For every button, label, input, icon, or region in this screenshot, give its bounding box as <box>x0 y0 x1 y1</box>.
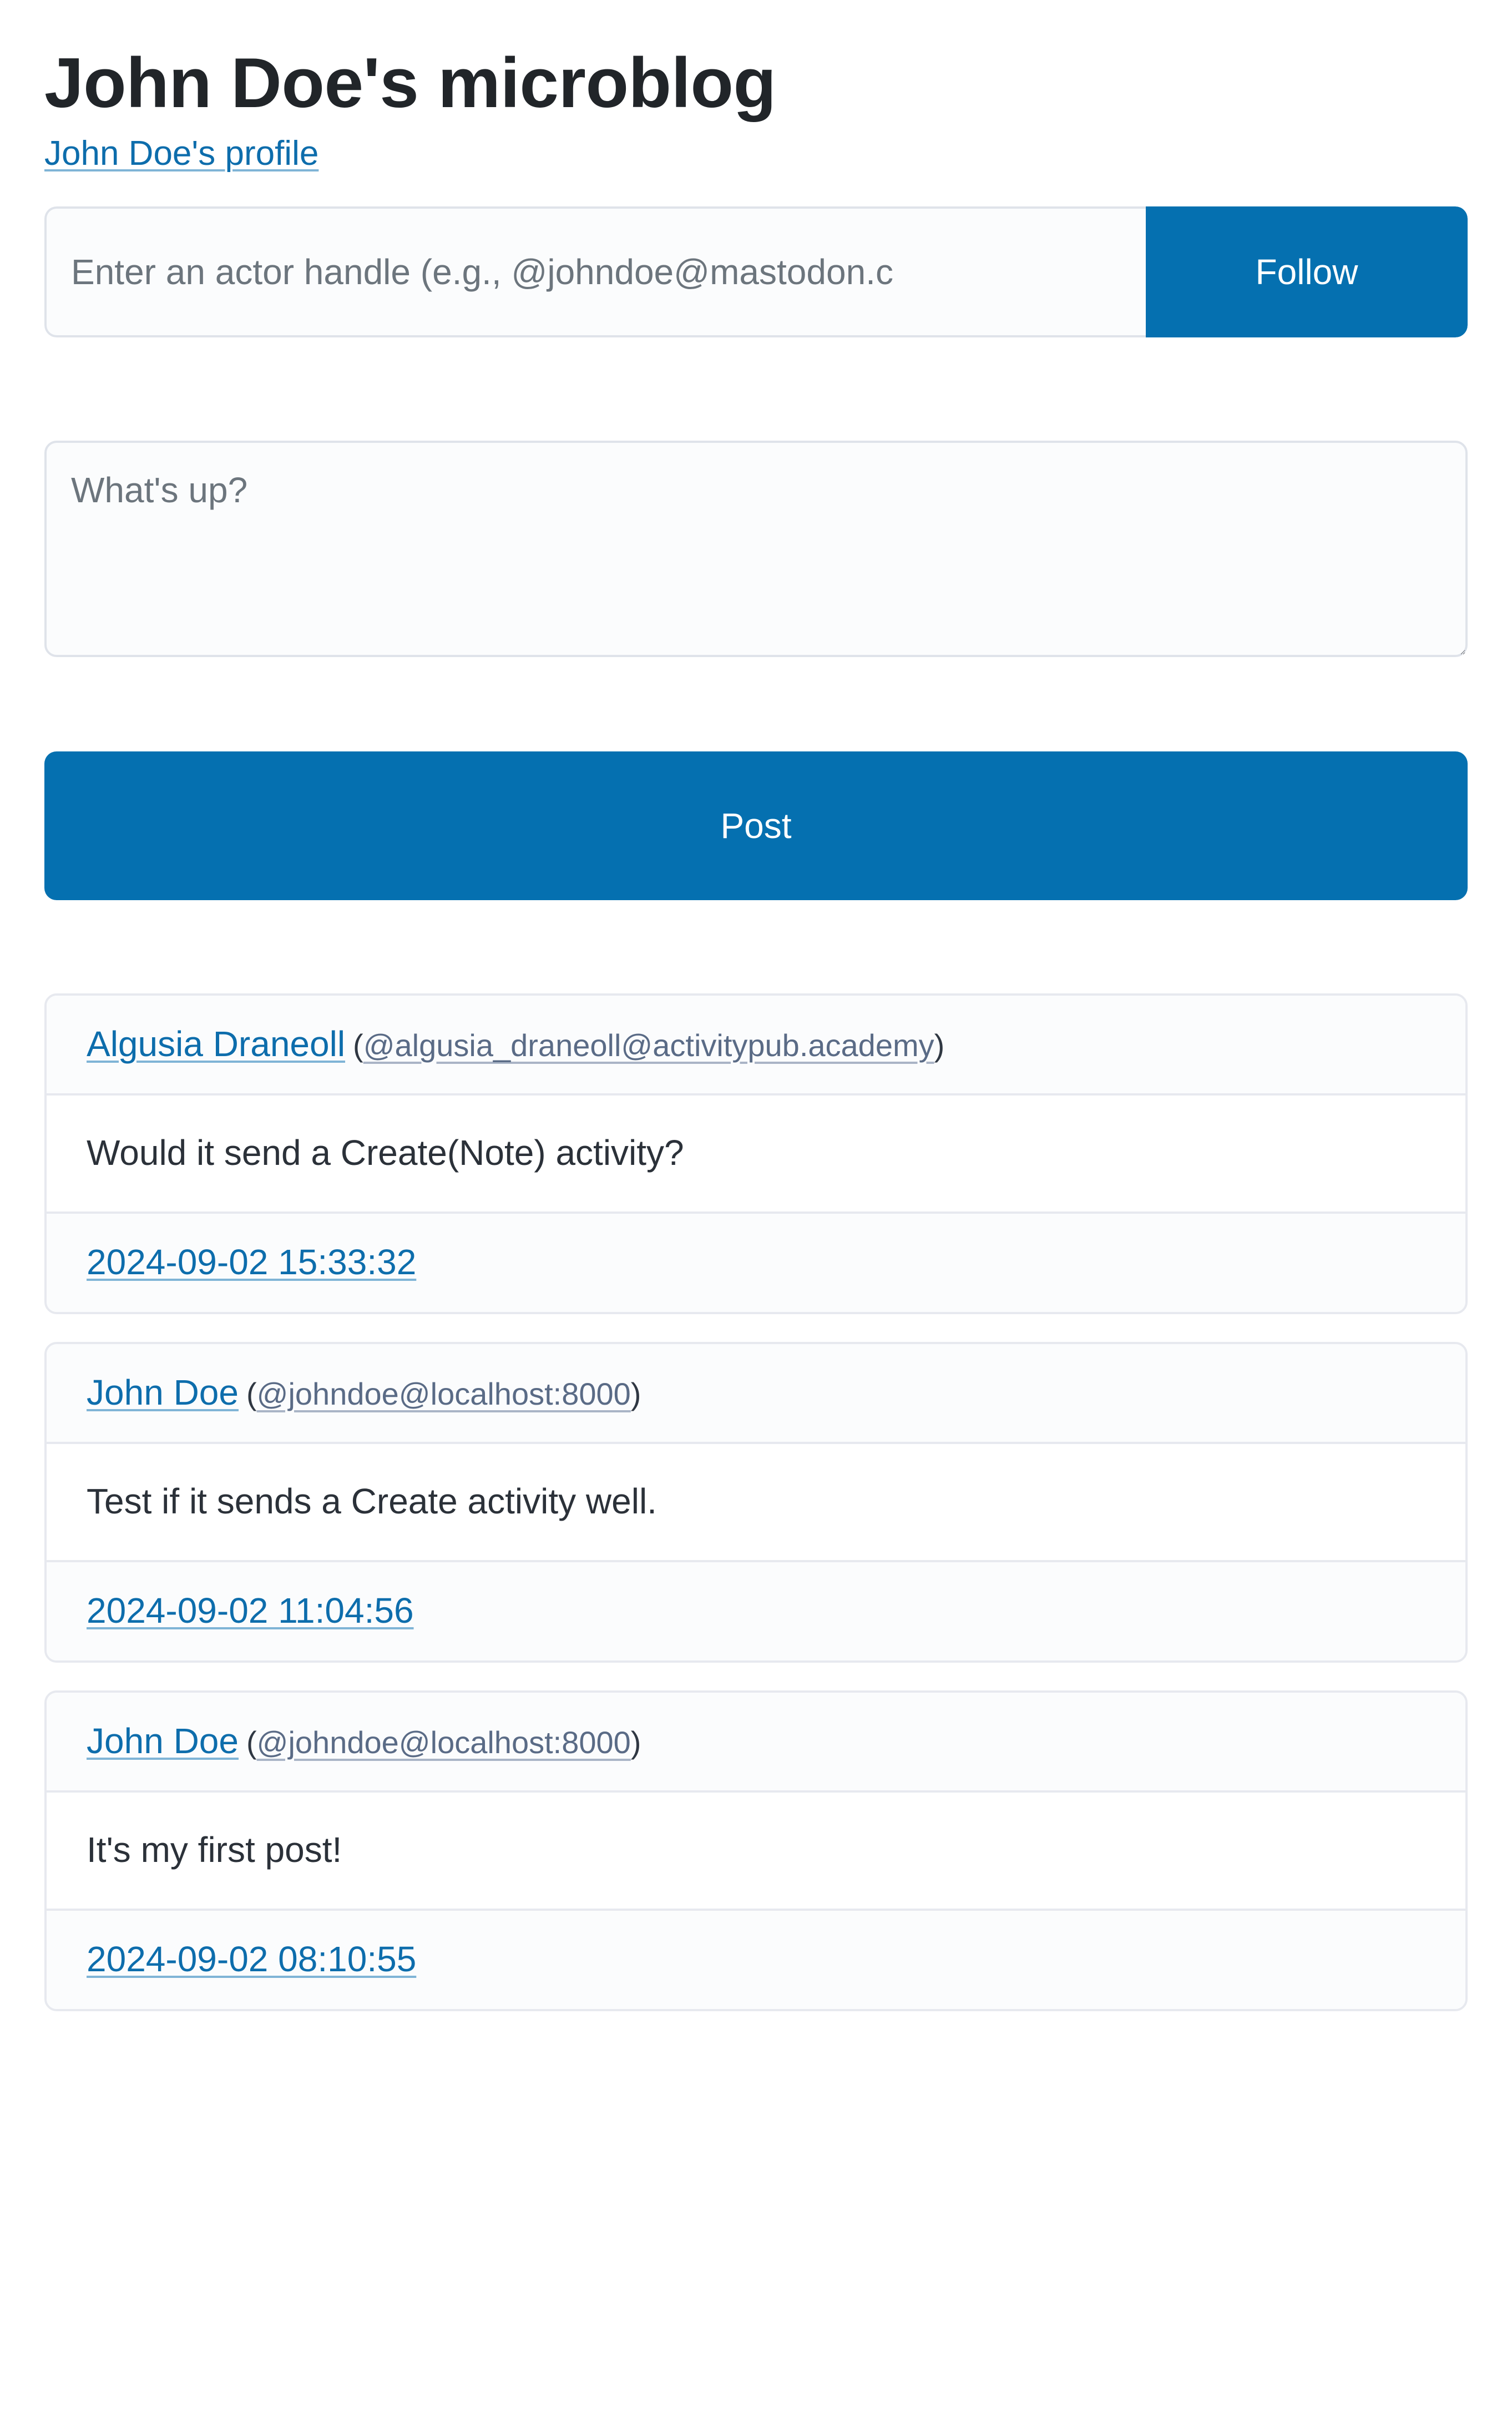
post-card: John Doe (@johndoe@localhost:8000) It's m… <box>44 1690 1468 2011</box>
follow-form: Follow <box>44 206 1468 337</box>
handle-close-paren: ) <box>934 1027 945 1063</box>
post-timestamp-link[interactable]: 2024-09-02 08:10:55 <box>87 1939 416 1979</box>
post-author-link[interactable]: Algusia Draneoll <box>87 1024 345 1064</box>
post-composer-textarea[interactable] <box>44 440 1468 657</box>
profile-link-row: John Doe's profile <box>44 132 1468 175</box>
post-handle-wrap: (@johndoe@localhost:8000) <box>246 1376 641 1411</box>
post-author-link[interactable]: John Doe <box>87 1721 239 1761</box>
profile-link[interactable]: John Doe's profile <box>44 134 318 173</box>
page-title: John Doe's microblog <box>44 43 776 122</box>
post-content: It's my first post! <box>47 1793 1465 1911</box>
post-content: Would it send a Create(Note) activity? <box>47 1096 1465 1214</box>
post-card-footer: 2024-09-02 15:33:32 <box>47 1214 1465 1312</box>
actor-handle-input[interactable] <box>44 206 1146 337</box>
post-handle-wrap: (@johndoe@localhost:8000) <box>246 1725 641 1760</box>
post-card-header: John Doe (@johndoe@localhost:8000) <box>47 1692 1465 1793</box>
handle-open-paren: ( <box>246 1724 257 1760</box>
post-card: Algusia Draneoll (@algusia_draneoll@activ… <box>44 993 1468 1314</box>
post-card-footer: 2024-09-02 11:04:56 <box>47 1562 1465 1660</box>
handle-open-paren: ( <box>246 1376 257 1411</box>
post-handle-wrap: (@algusia_draneoll@activitypub.academy) <box>353 1028 944 1063</box>
post-card: John Doe (@johndoe@localhost:8000) Test i… <box>44 1341 1468 1663</box>
post-card-header: John Doe (@johndoe@localhost:8000) <box>47 1344 1465 1445</box>
post-card-footer: 2024-09-02 08:10:55 <box>47 1911 1465 2009</box>
follow-button[interactable]: Follow <box>1146 206 1468 337</box>
post-author-link[interactable]: John Doe <box>87 1372 239 1412</box>
post-card-header: Algusia Draneoll (@algusia_draneoll@activ… <box>47 995 1465 1096</box>
post-button[interactable]: Post <box>44 751 1468 900</box>
post-timestamp-link[interactable]: 2024-09-02 15:33:32 <box>87 1242 416 1282</box>
handle-close-paren: ) <box>630 1376 641 1411</box>
post-timestamp-link[interactable]: 2024-09-02 11:04:56 <box>87 1591 414 1631</box>
post-content: Test if it sends a Create activity well. <box>47 1444 1465 1563</box>
post-feed: Algusia Draneoll (@algusia_draneoll@activ… <box>44 993 1468 2011</box>
microblog-page: John Doe's microblog John Doe's profile … <box>0 0 1512 2428</box>
handle-open-paren: ( <box>353 1027 363 1063</box>
post-handle-link[interactable]: @algusia_draneoll@activitypub.academy <box>363 1028 934 1063</box>
post-handle-link[interactable]: @johndoe@localhost:8000 <box>257 1376 631 1411</box>
post-handle-link[interactable]: @johndoe@localhost:8000 <box>257 1725 631 1760</box>
handle-close-paren: ) <box>630 1724 641 1760</box>
